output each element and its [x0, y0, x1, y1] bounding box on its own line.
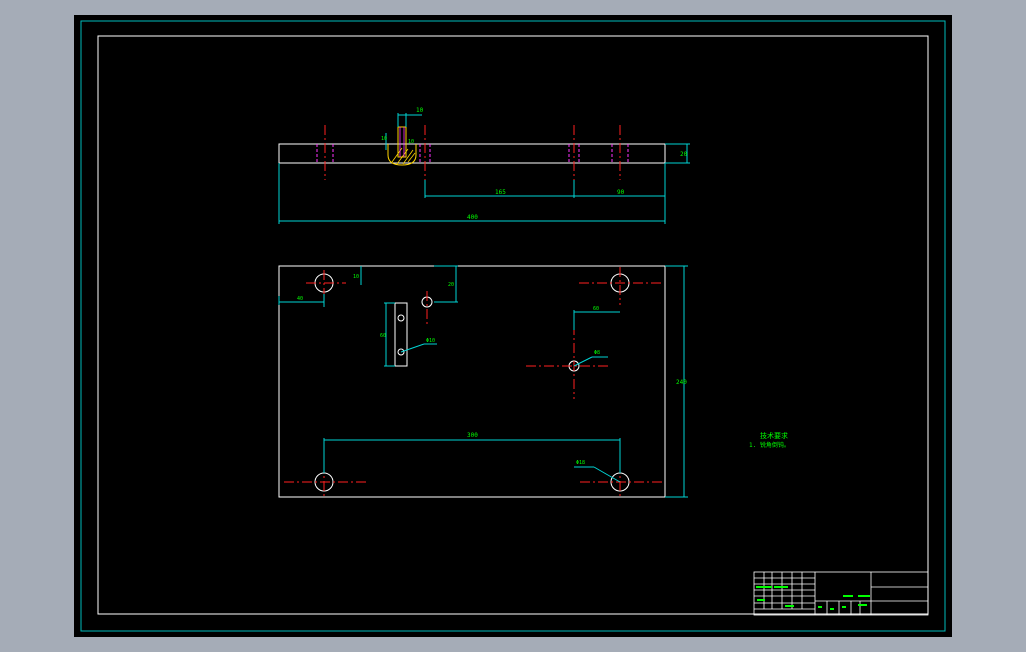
dim-end-span: 90 [617, 189, 625, 196]
dim-center-hole: Φ8 [594, 350, 600, 356]
plan-view-body [278, 265, 666, 498]
plan-slot [394, 302, 408, 367]
dim-corner-offset-y: 10 [353, 274, 359, 280]
notes-title: 技术要求 [760, 431, 788, 440]
technical-notes: 技术要求 1. 锐角倒钝。 [749, 431, 790, 449]
dim-slot-length: 60 [380, 333, 386, 339]
dim-thickness: 20 [680, 151, 688, 158]
hatch-lines [391, 147, 416, 165]
dim-slot-side: 10 [381, 136, 387, 142]
corner-holes [284, 267, 664, 497]
dim-center-offset: 60 [593, 306, 599, 312]
top-view-dimensions [278, 113, 690, 224]
dim-slot-hole: Φ10 [426, 338, 435, 344]
dim-corner-offset-x: 40 [297, 296, 303, 302]
plan-view-dimensions [278, 265, 688, 498]
plan-view: 10 40 20 60 Φ10 60 Φ8 300 Φ18 240 [278, 265, 688, 498]
top-view-holes [316, 125, 629, 180]
engineering-drawing: 10 10 10 20 165 90 400 10 40 20 60 Φ10 6… [80, 20, 946, 632]
dim-overall-width: 240 [676, 379, 687, 386]
drawing-sheet: 10 10 10 20 165 90 400 10 40 20 60 Φ10 6… [74, 15, 952, 637]
top-view-body [278, 143, 666, 164]
top-view: 10 10 10 20 165 90 400 [278, 107, 690, 224]
dim-slot-depth: 10 [408, 139, 414, 145]
dim-corner-hole: Φ18 [576, 460, 585, 466]
notes-line-1: 1. 锐角倒钝。 [749, 441, 790, 449]
inner-border [97, 35, 929, 615]
dim-slot-width: 10 [416, 107, 424, 114]
cad-viewport[interactable]: 10 10 10 20 165 90 400 10 40 20 60 Φ10 6… [0, 0, 1026, 652]
dim-hole-span: 165 [495, 189, 506, 196]
dim-hole-span-plan: 300 [467, 432, 478, 439]
dim-overall-length: 400 [467, 214, 478, 221]
title-block [753, 571, 929, 616]
dim-pin-offset: 20 [448, 282, 454, 288]
outer-frame [80, 20, 946, 632]
